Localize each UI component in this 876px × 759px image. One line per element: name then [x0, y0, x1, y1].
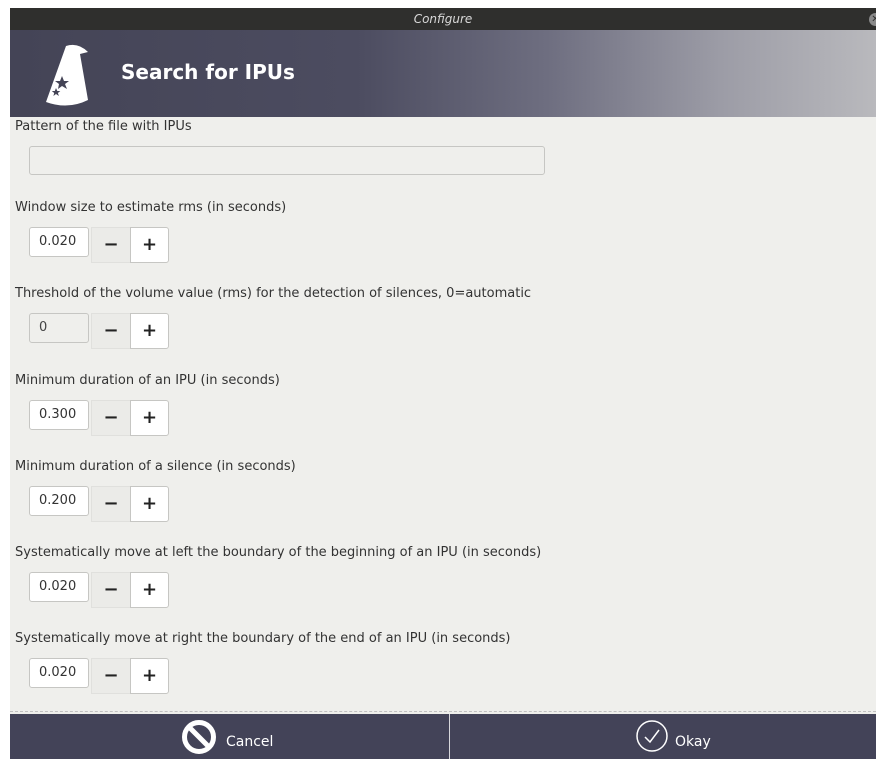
- window-size-value[interactable]: 0.020: [29, 227, 89, 257]
- window-size-increment-button[interactable]: +: [130, 227, 169, 263]
- min-silence-value[interactable]: 0.200: [29, 486, 89, 516]
- shift-start-increment-button[interactable]: +: [130, 572, 169, 608]
- min-ipu-increment-button[interactable]: +: [130, 400, 169, 436]
- threshold-decrement-button[interactable]: −: [91, 313, 130, 349]
- dialog-footer: Cancel Okay: [10, 711, 876, 759]
- window-size-label: Window size to estimate rms (in seconds): [15, 200, 287, 215]
- check-circle-icon: [636, 720, 668, 752]
- dialog-banner: Search for IPUs: [10, 30, 876, 117]
- shift-start-decrement-button[interactable]: −: [91, 572, 130, 608]
- pattern-label: Pattern of the file with IPUs: [15, 119, 192, 134]
- cancel-button[interactable]: Cancel: [10, 714, 449, 759]
- no-entry-icon: [182, 720, 216, 754]
- window-size-decrement-button[interactable]: −: [91, 227, 130, 263]
- page-title: Search for IPUs: [121, 60, 295, 84]
- shift-end-increment-button[interactable]: +: [130, 658, 169, 694]
- min-silence-label: Minimum duration of a silence (in second…: [15, 459, 296, 474]
- min-ipu-value[interactable]: 0.300: [29, 400, 89, 430]
- okay-label: Okay: [675, 734, 711, 750]
- shift-start-label: Systematically move at left the boundary…: [15, 545, 542, 560]
- min-ipu-decrement-button[interactable]: −: [91, 400, 130, 436]
- wizard-hat-icon: [46, 44, 88, 106]
- min-silence-increment-button[interactable]: +: [130, 486, 169, 522]
- settings-form: Pattern of the file with IPUs Window siz…: [10, 117, 876, 714]
- shift-start-value[interactable]: 0.020: [29, 572, 89, 602]
- threshold-increment-button[interactable]: +: [130, 313, 169, 349]
- window-title: Configure: [413, 12, 473, 26]
- min-ipu-label: Minimum duration of an IPU (in seconds): [15, 373, 280, 388]
- cancel-label: Cancel: [226, 734, 274, 750]
- shift-end-label: Systematically move at right the boundar…: [15, 631, 511, 646]
- pattern-input[interactable]: [29, 146, 545, 175]
- shift-end-decrement-button[interactable]: −: [91, 658, 130, 694]
- threshold-value[interactable]: 0: [29, 313, 89, 343]
- window-title-bar: Configure ✕: [10, 8, 876, 30]
- okay-button[interactable]: Okay: [450, 714, 876, 759]
- close-icon[interactable]: ✕: [869, 13, 876, 26]
- footer-separator: [10, 711, 876, 712]
- threshold-label: Threshold of the volume value (rms) for …: [15, 286, 532, 301]
- shift-end-value[interactable]: 0.020: [29, 658, 89, 688]
- min-silence-decrement-button[interactable]: −: [91, 486, 130, 522]
